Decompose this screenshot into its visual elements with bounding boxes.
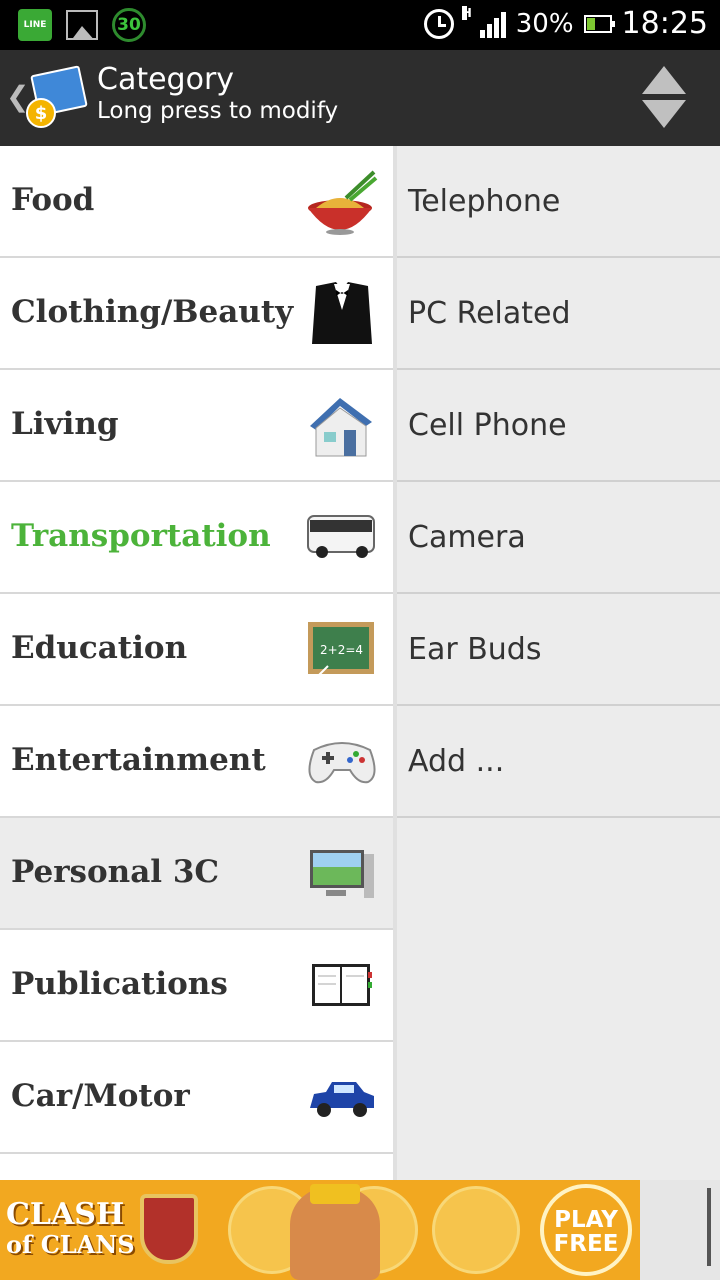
shield-icon [140, 1194, 198, 1264]
arrow-up-icon [642, 66, 686, 94]
gamepad-icon [308, 742, 376, 784]
subcategory-item-pc-related[interactable]: PC Related [397, 258, 720, 370]
subcategory-list[interactable]: Telephone PC Related Cell Phone Camera E… [397, 146, 720, 1180]
reorder-button[interactable] [642, 66, 686, 130]
house-icon [310, 398, 372, 457]
ad-banner[interactable]: CLASH of CLANS PLAY FREE [0, 1180, 640, 1280]
ad-logo-line1: CLASH [6, 1197, 125, 1232]
noodle-bowl-icon [308, 170, 378, 235]
subcategory-item-telephone[interactable]: Telephone [397, 146, 720, 258]
category-item-education[interactable]: Education 2+2=4 [0, 594, 393, 706]
category-label: Personal 3C [11, 854, 220, 890]
tuxedo-icon [312, 282, 372, 344]
page-title: Category [97, 62, 235, 97]
camera-icon [432, 1186, 520, 1274]
notification-icons: LINE 30 [18, 8, 146, 42]
subcategory-label: Cell Phone [408, 408, 567, 443]
subcategory-label: Camera [408, 520, 526, 555]
ad-logo: CLASH of CLANS [6, 1200, 135, 1260]
car-icon [310, 1082, 374, 1117]
category-label: Transportation [11, 518, 271, 554]
category-label: Education [11, 630, 188, 666]
play-free-button[interactable]: PLAY FREE [540, 1184, 632, 1276]
category-list[interactable]: Food Clothing/Beauty Living Transportati… [0, 146, 393, 1180]
dollar-coin-icon: $ [26, 98, 56, 128]
signal-strength-icon: H [461, 5, 506, 38]
ad-logo-line2: of CLANS [6, 1230, 135, 1259]
image-notification-icon [66, 10, 98, 40]
category-item-personal-3c[interactable]: Personal 3C [0, 818, 393, 930]
subcategory-label: Add ... [408, 744, 505, 779]
alarm-clock-icon [423, 8, 454, 39]
clock: 18:25 [621, 6, 708, 41]
svg-text:2+2=4: 2+2=4 [320, 643, 363, 657]
subcategory-label: Ear Buds [408, 632, 542, 667]
category-label: Car/Motor [11, 1078, 190, 1114]
monitor-icon [310, 850, 374, 898]
chalkboard-icon: 2+2=4 [308, 622, 374, 679]
category-item-partial[interactable] [0, 1154, 393, 1180]
category-label: Entertainment [11, 742, 266, 778]
subcategory-label: PC Related [408, 296, 571, 331]
category-label: Clothing/Beauty [11, 294, 294, 330]
scrollbar[interactable] [707, 1188, 711, 1266]
free-label: FREE [553, 1231, 619, 1257]
subcategory-label: Telephone [408, 184, 561, 219]
system-icons: H 30% 18:25 [423, 5, 708, 41]
count-badge-icon: 30 [112, 8, 146, 42]
category-item-publications[interactable]: Publications [0, 930, 393, 1042]
page-subtitle: Long press to modify [97, 98, 339, 124]
line-label: LINE [23, 20, 47, 30]
notebook-icon [312, 964, 372, 1006]
subcategory-item-ear-buds[interactable]: Ear Buds [397, 594, 720, 706]
line-app-icon: LINE [18, 9, 52, 41]
category-label: Food [11, 182, 95, 218]
subcategory-item-cell-phone[interactable]: Cell Phone [397, 370, 720, 482]
app-logo-icon[interactable]: $ [24, 65, 88, 130]
subcategory-item-camera[interactable]: Camera [397, 482, 720, 594]
action-bar: ❮ $ Category Long press to modify [0, 50, 720, 146]
add-subcategory-button[interactable]: Add ... [397, 706, 720, 818]
category-item-clothing-beauty[interactable]: Clothing/Beauty [0, 258, 393, 370]
barbarian-character-icon [290, 1184, 380, 1280]
category-item-food[interactable]: Food [0, 146, 393, 258]
category-item-entertainment[interactable]: Entertainment [0, 706, 393, 818]
arrow-down-icon [642, 100, 686, 128]
category-label: Living [11, 406, 119, 442]
status-bar: LINE 30 H 30% 18:25 [0, 0, 720, 50]
category-item-car-motor[interactable]: Car/Motor [0, 1042, 393, 1154]
battery-icon [583, 14, 615, 33]
bus-icon [307, 515, 375, 558]
category-item-living[interactable]: Living [0, 370, 393, 482]
category-item-transportation[interactable]: Transportation [0, 482, 393, 594]
category-label: Publications [11, 966, 228, 1002]
play-label: PLAY [554, 1207, 618, 1233]
network-type: H [461, 5, 472, 20]
notification-count: 30 [117, 15, 141, 35]
battery-percent: 30% [515, 8, 574, 39]
